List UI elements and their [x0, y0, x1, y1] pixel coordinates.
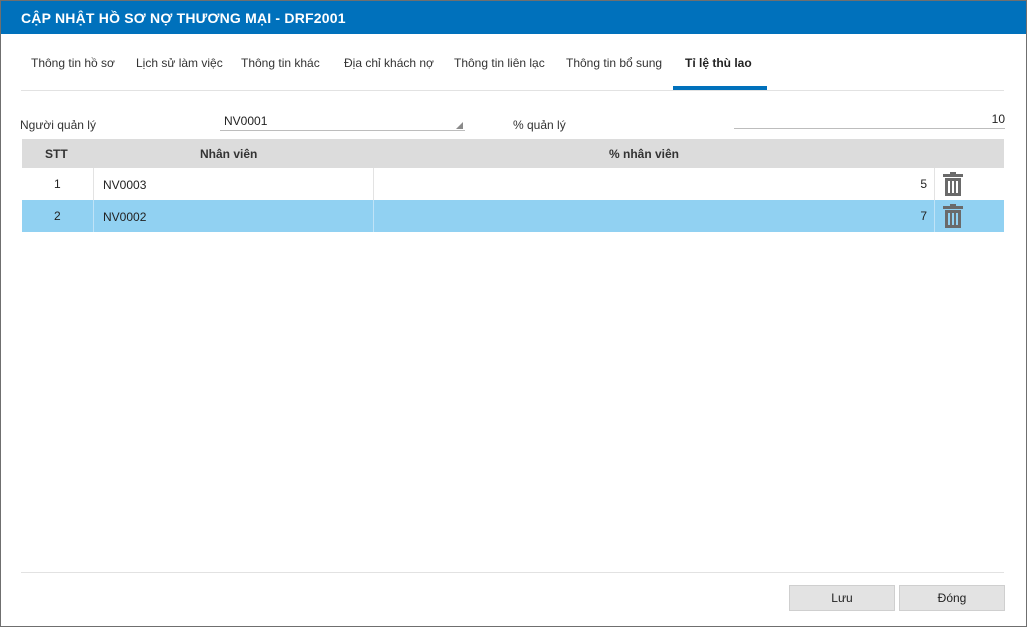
employee-cell[interactable]: NV0003 — [94, 168, 374, 200]
tab-bar: Thông tin hồ sơ Lịch sử làm việc Thông t… — [21, 41, 1004, 91]
tab-thong-tin-lien-lac[interactable]: Thông tin liên lạc — [454, 56, 545, 70]
employee-value: NV0002 — [103, 210, 147, 224]
tab-lich-su-lam-viec[interactable]: Lịch sử làm việc — [136, 56, 223, 70]
tab-ti-le-thu-lao[interactable]: Tỉ lệ thù lao — [685, 56, 752, 70]
stt-cell: 2 — [22, 200, 94, 232]
employee-grid: STT Nhân viên % nhân viên 1 NV0003 5 2 N… — [22, 139, 1004, 232]
manager-percent-label: % quản lý — [513, 118, 566, 132]
manager-combobox[interactable]: NV0001 — [220, 113, 465, 131]
percent-value: 5 — [920, 177, 927, 191]
column-stt: STT — [45, 147, 68, 161]
title-bar: CẬP NHẬT HỒ SƠ NỢ THƯƠNG MẠI - DRF2001 — [1, 1, 1026, 34]
trash-icon[interactable] — [942, 204, 964, 228]
save-button[interactable]: Lưu — [789, 585, 895, 611]
percent-cell[interactable]: 7 — [374, 200, 935, 232]
trash-icon[interactable] — [942, 172, 964, 196]
tab-dia-chi-khach-no[interactable]: Địa chỉ khách nợ — [344, 56, 434, 70]
table-row-selected[interactable]: 2 NV0002 7 — [22, 200, 1004, 232]
window-title: CẬP NHẬT HỒ SƠ NỢ THƯƠNG MẠI - DRF2001 — [21, 10, 346, 26]
tab-thong-tin-ho-so[interactable]: Thông tin hồ sơ — [31, 56, 115, 70]
manager-label: Người quản lý — [20, 118, 96, 132]
percent-cell[interactable]: 5 — [374, 168, 935, 200]
manager-percent-value: 10 — [991, 112, 1005, 126]
dropdown-arrow-icon[interactable] — [456, 122, 463, 129]
stt-value: 2 — [54, 209, 61, 223]
column-employee: Nhân viên — [200, 147, 258, 161]
dialog-window: CẬP NHẬT HỒ SƠ NỢ THƯƠNG MẠI - DRF2001 T… — [0, 0, 1027, 627]
employee-cell[interactable]: NV0002 — [94, 200, 374, 232]
grid-header: STT Nhân viên % nhân viên — [22, 139, 1004, 168]
stt-cell: 1 — [22, 168, 94, 200]
tab-thong-tin-khac[interactable]: Thông tin khác — [241, 56, 320, 70]
percent-value: 7 — [920, 209, 927, 223]
active-tab-indicator — [673, 86, 767, 90]
stt-value: 1 — [54, 177, 61, 191]
table-row[interactable]: 1 NV0003 5 — [22, 168, 1004, 200]
manager-percent-field[interactable]: 10 — [734, 111, 1005, 129]
manager-value: NV0001 — [224, 114, 268, 128]
close-button[interactable]: Đóng — [899, 585, 1005, 611]
tab-thong-tin-bo-sung[interactable]: Thông tin bổ sung — [566, 56, 662, 70]
employee-value: NV0003 — [103, 178, 147, 192]
column-employee-percent: % nhân viên — [609, 147, 680, 161]
footer-divider — [21, 572, 1004, 573]
